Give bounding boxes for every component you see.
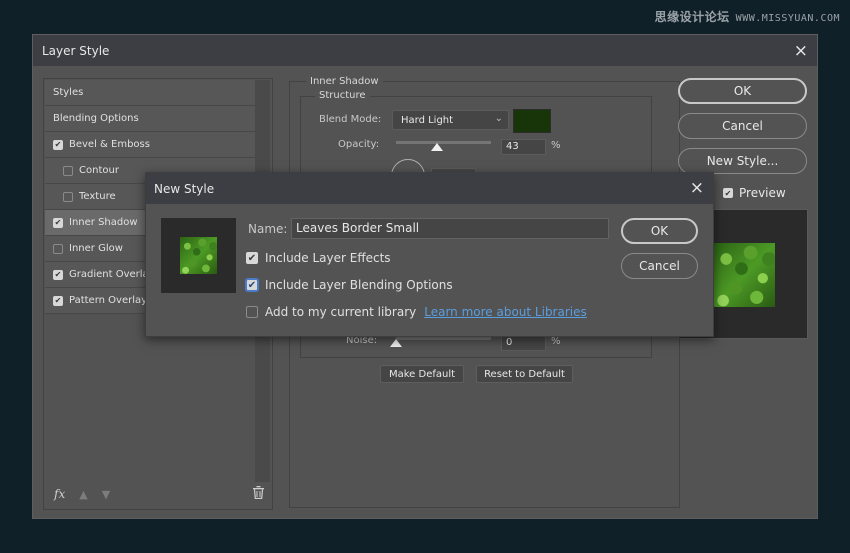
opacity-slider-thumb[interactable]	[430, 143, 443, 151]
new-style-button[interactable]: New Style...	[678, 148, 807, 174]
new-style-cancel-button[interactable]: Cancel	[621, 253, 698, 279]
watermark-url: WWW.MISSYUAN.COM	[735, 13, 840, 24]
shadow-color-swatch[interactable]	[513, 109, 551, 133]
ok-button[interactable]: OK	[678, 78, 807, 104]
thumbnail-image	[180, 237, 217, 274]
trash-icon[interactable]	[253, 486, 264, 502]
style-thumbnail	[161, 218, 236, 293]
checkbox-icon: ✔	[246, 252, 258, 264]
close-icon[interactable]: ×	[794, 41, 808, 61]
move-up-icon[interactable]: ▲	[79, 488, 87, 501]
preview-label: Preview	[739, 186, 786, 200]
style-item-label: Inner Glow	[69, 243, 123, 254]
checkbox-icon[interactable]	[63, 191, 73, 202]
opacity-percent: %	[551, 140, 561, 151]
style-item-label: Contour	[79, 165, 119, 176]
style-item-label: Texture	[79, 191, 116, 202]
new-style-dialog: New Style × Name: Leaves Border Small ✔ …	[145, 172, 714, 337]
checkbox-icon[interactable]	[53, 243, 63, 254]
section-title: Inner Shadow	[306, 76, 383, 87]
checkbox-icon: ✔	[246, 279, 258, 291]
checkbox-icon	[246, 306, 258, 318]
style-item-label: Gradient Overlay	[69, 269, 155, 280]
fx-icon[interactable]: fx	[54, 487, 65, 501]
checkbox-icon: ✔	[723, 188, 733, 198]
noise-input[interactable]: 0	[501, 335, 546, 351]
checkbox-icon[interactable]: ✔	[53, 139, 63, 150]
noise-slider-track[interactable]	[396, 337, 491, 340]
style-item-label: Blending Options	[53, 113, 139, 124]
opacity-input[interactable]: 43	[501, 139, 546, 155]
preview-image	[714, 243, 775, 307]
add-to-library-checkbox[interactable]: Add to my current library Learn more abo…	[246, 305, 587, 319]
name-label: Name:	[248, 222, 288, 236]
checkbox-icon[interactable]	[63, 165, 73, 176]
style-item-label: Inner Shadow	[69, 217, 138, 228]
cancel-button[interactable]: Cancel	[678, 113, 807, 139]
blend-mode-label: Blend Mode:	[319, 114, 382, 125]
watermark: 思缘设计论坛 WWW.MISSYUAN.COM	[655, 8, 840, 25]
styles-footer: fx ▲ ▼	[54, 485, 264, 503]
checkbox-icon[interactable]: ✔	[53, 295, 63, 306]
reset-to-default-button[interactable]: Reset to Default	[476, 365, 573, 383]
blend-mode-value: Hard Light	[401, 114, 454, 126]
opacity-label: Opacity:	[338, 139, 380, 150]
include-blending-options-label: Include Layer Blending Options	[265, 278, 453, 292]
structure-title: Structure	[315, 90, 370, 101]
learn-more-link[interactable]: Learn more about Libraries	[424, 305, 587, 319]
include-blending-options-checkbox[interactable]: ✔ Include Layer Blending Options	[246, 278, 453, 292]
close-icon[interactable]: ×	[690, 178, 704, 198]
layer-style-title: Layer Style	[42, 43, 110, 58]
new-style-titlebar[interactable]: New Style	[146, 173, 713, 204]
preview-checkbox[interactable]: ✔ Preview	[723, 186, 786, 200]
include-layer-effects-label: Include Layer Effects	[265, 251, 391, 265]
new-style-title: New Style	[154, 181, 215, 196]
include-layer-effects-checkbox[interactable]: ✔ Include Layer Effects	[246, 251, 391, 265]
opacity-slider-track[interactable]	[396, 141, 491, 144]
chevron-down-icon: ⌄	[494, 113, 503, 124]
noise-slider-thumb[interactable]	[390, 339, 402, 347]
style-item-label: Pattern Overlay	[69, 295, 148, 306]
name-input[interactable]: Leaves Border Small	[291, 218, 609, 239]
watermark-cn: 思缘设计论坛	[654, 10, 730, 24]
blend-mode-select[interactable]: Hard Light ⌄	[392, 110, 509, 130]
layer-style-titlebar[interactable]: Layer Style	[33, 35, 817, 66]
add-to-library-label: Add to my current library	[265, 305, 417, 319]
style-item-styles[interactable]: Styles	[45, 80, 256, 106]
checkbox-icon[interactable]: ✔	[53, 269, 63, 280]
make-default-button[interactable]: Make Default	[380, 365, 464, 383]
noise-percent: %	[551, 336, 561, 347]
checkbox-icon[interactable]: ✔	[53, 217, 63, 228]
style-item-bevel-emboss[interactable]: ✔ Bevel & Emboss	[45, 132, 256, 158]
style-item-label: Styles	[53, 87, 84, 98]
style-item-label: Bevel & Emboss	[69, 139, 150, 150]
style-item-blending-options[interactable]: Blending Options	[45, 106, 256, 132]
move-down-icon[interactable]: ▼	[102, 488, 110, 501]
new-style-ok-button[interactable]: OK	[621, 218, 698, 244]
